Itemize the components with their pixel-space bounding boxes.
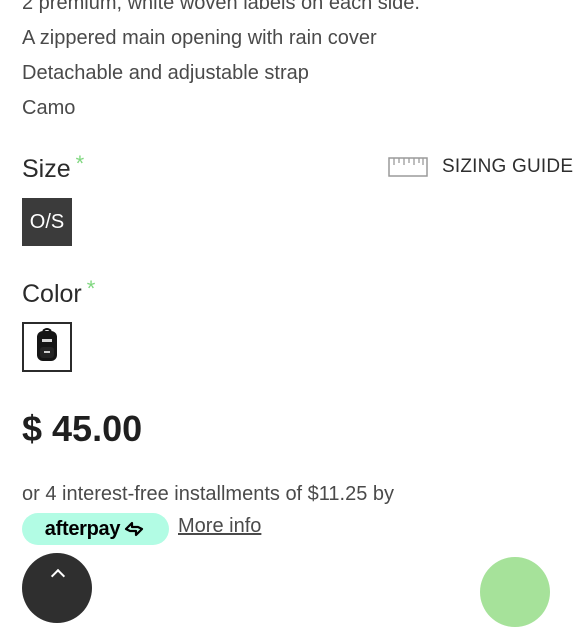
color-label: Color * xyxy=(22,276,95,309)
chevron-up-icon xyxy=(50,568,66,584)
color-swatch-camo[interactable] xyxy=(22,322,72,372)
color-required-star: * xyxy=(86,276,96,301)
description-line: 2 premium, white woven labels on each si… xyxy=(22,0,420,14)
more-info-link[interactable]: More info xyxy=(178,515,261,538)
description-line: Detachable and adjustable strap xyxy=(22,62,309,84)
ruler-icon xyxy=(388,157,428,177)
sizing-guide-link[interactable]: SIZING GUIDE xyxy=(388,156,573,178)
product-price: $ 45.00 xyxy=(22,408,143,449)
size-label: Size * xyxy=(22,151,84,184)
size-option-os[interactable]: O/S xyxy=(22,198,72,246)
sizing-guide-label: SIZING GUIDE xyxy=(442,156,574,177)
color-label-text: Color xyxy=(22,280,82,308)
size-label-text: Size xyxy=(22,155,71,183)
afterpay-logo-icon xyxy=(122,519,146,539)
description-line: A zippered main opening with rain cover xyxy=(22,27,377,49)
afterpay-brand-text: afterpay xyxy=(44,517,121,540)
size-required-star: * xyxy=(75,151,85,176)
afterpay-badge[interactable]: afterpay xyxy=(22,513,169,545)
installments-text: or 4 interest-free installments of $11.2… xyxy=(22,483,395,505)
scroll-top-button[interactable] xyxy=(22,553,92,623)
chat-button[interactable] xyxy=(480,557,550,627)
description-line: Camo xyxy=(22,97,76,119)
backpack-thumbnail-icon xyxy=(35,327,59,368)
